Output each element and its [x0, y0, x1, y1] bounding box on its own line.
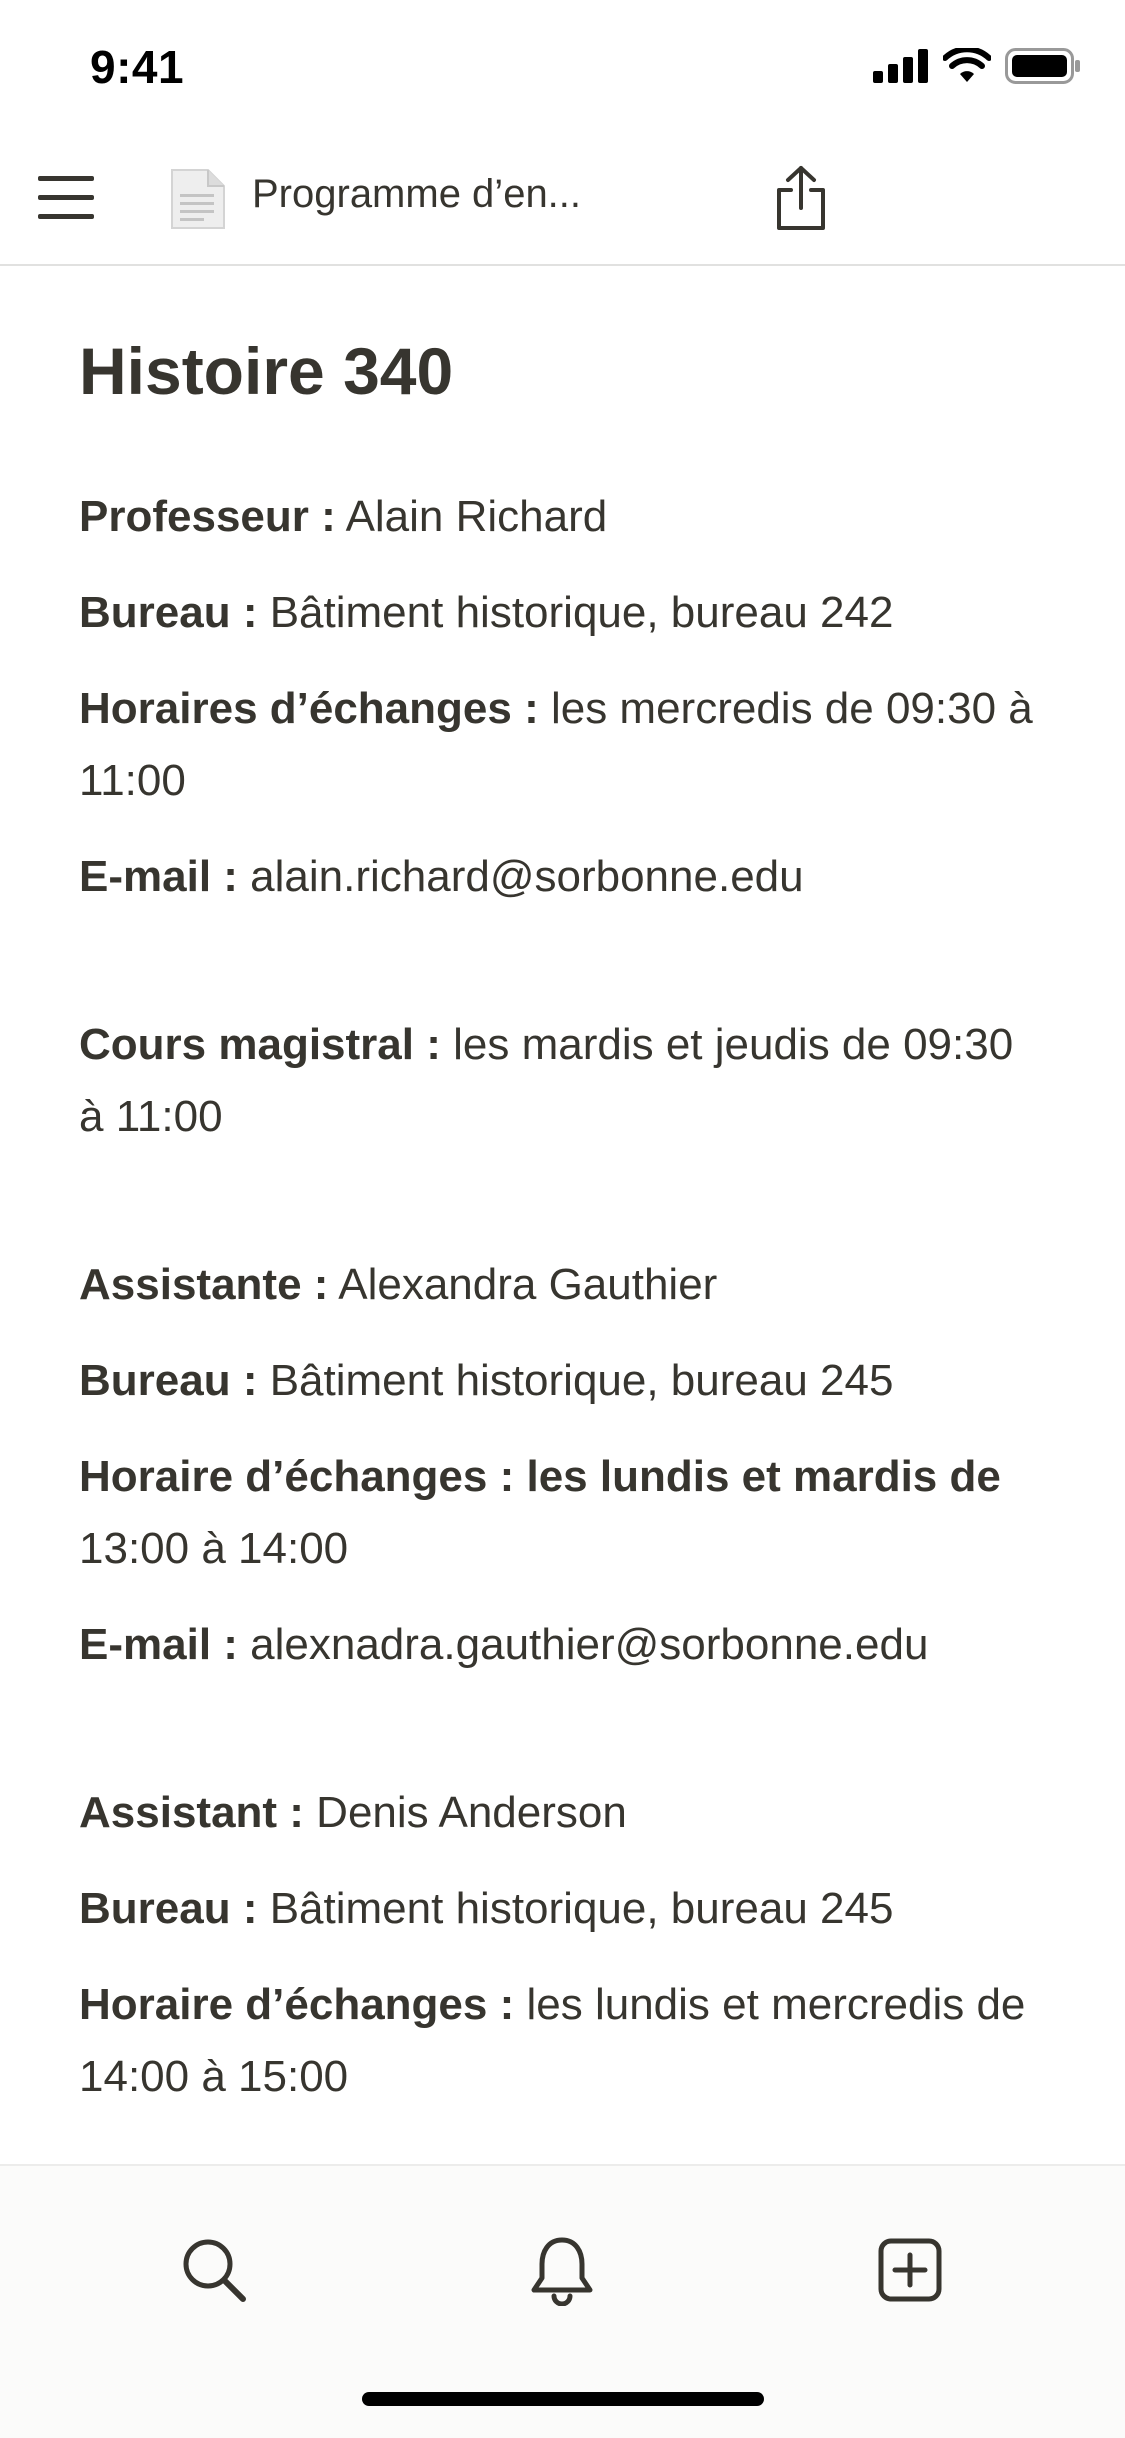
bell-icon	[531, 2237, 593, 2306]
share-icon	[777, 166, 825, 230]
hamburger-menu-icon	[38, 176, 94, 219]
notifications-tab[interactable]	[522, 2230, 602, 2310]
page-content: Histoire 340 Professeur : Alain Richard …	[79, 300, 1039, 2137]
assistant1-office-hours: Horaire d’échanges : les lundis et mardi…	[79, 1452, 1001, 1574]
battery-icon	[1005, 48, 1080, 84]
professor-office: Bureau : Bâtiment historique, bureau 242	[79, 588, 894, 638]
professor-name: Professeur : Alain Richard	[79, 492, 608, 542]
share-button[interactable]	[768, 160, 834, 236]
doc-header: Programme d’en...	[0, 132, 1125, 266]
status-time: 9:41	[90, 41, 185, 93]
professor-office-hours: Horaires d’échanges : les mercredis de 0…	[79, 684, 1033, 806]
lecture-schedule: Cours magistral : les mardis et jeudis d…	[79, 1020, 1014, 1142]
new-page-tab[interactable]	[870, 2230, 950, 2310]
home-indicator[interactable]	[362, 2392, 764, 2406]
search-tab[interactable]	[174, 2230, 254, 2310]
status-bar: 9:41	[0, 0, 1125, 132]
search-icon	[183, 2239, 246, 2302]
cellular-signal-icon	[873, 49, 928, 83]
page-title: Histoire 340	[79, 334, 454, 408]
assistant1-name: Assistante : Alexandra Gauthier	[79, 1260, 718, 1310]
assistant2-office-hours: Horaire d’échanges : les lundis et mercr…	[79, 1980, 1026, 2102]
document-page-icon	[170, 168, 226, 230]
status-icons	[873, 48, 1081, 84]
document-title[interactable]: Programme d’en...	[252, 172, 581, 217]
menu-button[interactable]	[36, 172, 96, 224]
assistant2-office: Bureau : Bâtiment historique, bureau 245	[79, 1884, 894, 1934]
assistant1-email: E-mail : alexnadra.gauthier@sorbonne.edu	[79, 1620, 929, 1670]
wifi-icon	[943, 48, 991, 82]
professor-email: E-mail : alain.richard@sorbonne.edu	[79, 852, 804, 902]
new-page-icon	[878, 2238, 942, 2302]
assistant1-office: Bureau : Bâtiment historique, bureau 245	[79, 1356, 894, 1406]
assistant2-name: Assistant : Denis Anderson	[79, 1788, 627, 1838]
